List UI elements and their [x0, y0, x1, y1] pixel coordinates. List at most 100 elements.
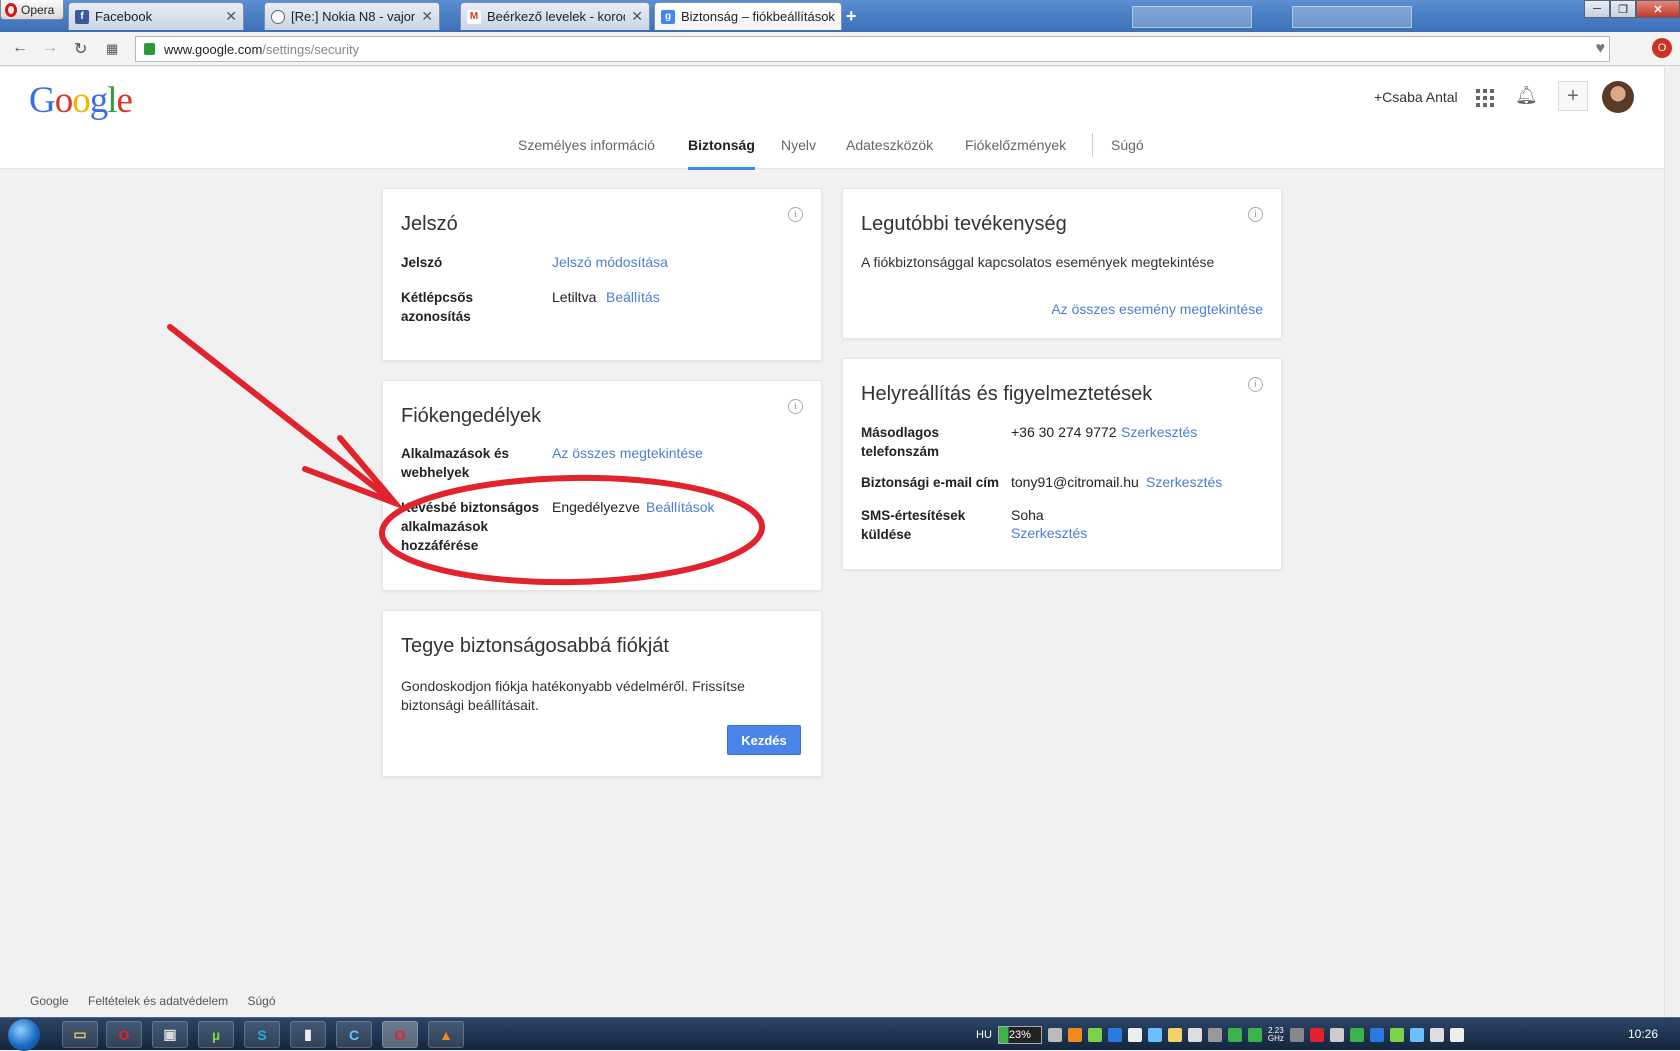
- opera-menu-button[interactable]: Opera: [0, 0, 64, 20]
- link-tray-icon[interactable]: [1329, 1027, 1344, 1042]
- forward-icon[interactable]: →: [42, 39, 58, 57]
- minimize-button[interactable]: ─: [1584, 0, 1610, 18]
- less-secure-apps-settings-link[interactable]: Beállítások: [646, 498, 714, 517]
- window-controls: ─ ❐ ✕: [1584, 0, 1680, 18]
- keyboard-tray-icon[interactable]: [1289, 1027, 1304, 1042]
- apps-grid-icon[interactable]: [1476, 89, 1494, 107]
- password-card: Jelszó i Jelszó Jelszó módosítása Kétlép…: [382, 188, 822, 361]
- tab-security[interactable]: Biztonság: [688, 137, 755, 170]
- restore-button[interactable]: ❐: [1610, 0, 1636, 18]
- google-logo[interactable]: Google: [29, 79, 133, 122]
- tab-personal-info[interactable]: Személyes információ: [518, 137, 655, 153]
- address-bar-row: ← → ↻ ▦ www.google.com /settings/securit…: [0, 32, 1680, 66]
- view-all-apps-link[interactable]: Az összes megtekintése: [552, 444, 703, 463]
- url-field[interactable]: www.google.com /settings/security ♥: [135, 36, 1610, 62]
- flag-icon[interactable]: [1449, 1027, 1464, 1042]
- view-all-events-link[interactable]: Az összes esemény megtekintése: [1051, 300, 1263, 319]
- tab-help[interactable]: Súgó: [1111, 137, 1144, 153]
- user-profile-link[interactable]: +Csaba Antal: [1374, 89, 1458, 105]
- info-icon[interactable]: i: [1248, 377, 1263, 392]
- sms-alerts-value: Soha: [1011, 507, 1044, 523]
- cpu-frequency: 2.23 GHz: [1267, 1025, 1284, 1043]
- footer-google-link[interactable]: Google: [30, 994, 69, 1008]
- start-menu-button[interactable]: [8, 1019, 40, 1051]
- tab-data-tools[interactable]: Adateszközök: [846, 137, 933, 153]
- vlc-tray-icon[interactable]: [1067, 1027, 1082, 1042]
- folder-tray-icon[interactable]: [1167, 1027, 1182, 1042]
- signal-icon[interactable]: [1429, 1027, 1444, 1042]
- network-tray-icon[interactable]: [1107, 1027, 1122, 1042]
- page-content: Google +Csaba Antal 🔔︎ + Személyes infor…: [0, 67, 1664, 1017]
- heart-icon[interactable]: ♥: [1596, 40, 1606, 58]
- apps-sites-label: Alkalmazások és webhelyek: [401, 446, 510, 480]
- close-tab-icon[interactable]: ✕: [421, 8, 433, 25]
- settings-tray-icon[interactable]: [1309, 1027, 1324, 1042]
- tray-app-icon[interactable]: [1047, 1027, 1062, 1042]
- update-tray-icon[interactable]: [1227, 1027, 1242, 1042]
- close-tab-icon[interactable]: ✕: [631, 8, 643, 25]
- security-email-label: Biztonsági e-mail cím: [861, 475, 1000, 490]
- speed-dial-icon[interactable]: ▦: [106, 41, 118, 57]
- footer-terms-link[interactable]: Feltételek és adatvédelem: [88, 994, 228, 1008]
- gmail-icon: M: [467, 9, 481, 24]
- ccleaner-tray-icon[interactable]: [1147, 1027, 1162, 1042]
- volume-tray-icon[interactable]: [1187, 1027, 1202, 1042]
- tab-preview-thumbnail: [1132, 6, 1252, 28]
- cpu-meter-tray-icon[interactable]: [1247, 1027, 1262, 1042]
- opera-active-taskbar-icon[interactable]: O: [382, 1021, 418, 1048]
- back-icon[interactable]: ←: [12, 39, 28, 57]
- share-plus-button[interactable]: +: [1558, 81, 1588, 111]
- close-tab-icon[interactable]: ✕: [225, 8, 237, 25]
- notifications-bell-icon[interactable]: 🔔︎: [1515, 85, 1538, 106]
- edit-phone-link[interactable]: Szerkesztés: [1121, 423, 1197, 442]
- opera-extension-icon[interactable]: O: [1652, 38, 1672, 58]
- info-icon[interactable]: i: [788, 207, 803, 222]
- nav-divider: [1092, 133, 1093, 157]
- edit-sms-link[interactable]: Szerkesztés: [1011, 524, 1087, 543]
- opera-taskbar-icon[interactable]: O: [106, 1021, 142, 1048]
- two-step-status: Letiltva: [552, 289, 597, 305]
- tab-gmail[interactable]: M Beérkező levelek - korod@ ✕: [460, 2, 650, 30]
- utorrent-tray-icon[interactable]: [1087, 1027, 1102, 1042]
- new-tab-button[interactable]: +: [846, 6, 857, 27]
- info-icon[interactable]: i: [1248, 207, 1263, 222]
- monitor-tray-icon[interactable]: [1349, 1027, 1364, 1042]
- bluetooth-icon[interactable]: [1409, 1027, 1424, 1042]
- clock[interactable]: 10:26: [1628, 1027, 1658, 1041]
- tab-language[interactable]: Nyelv: [781, 137, 816, 153]
- tab-forum[interactable]: [Re:] Nokia N8 - vajon elé ✕: [264, 2, 440, 30]
- tab-preview-thumbnail: [1292, 6, 1412, 28]
- annotation-arrow-shaft: [167, 324, 398, 506]
- secure-account-text: Gondoskodjon fiókja hatékonyabb védelmér…: [401, 678, 745, 713]
- close-window-button[interactable]: ✕: [1636, 0, 1680, 18]
- edit-email-link[interactable]: Szerkesztés: [1146, 473, 1222, 492]
- start-button[interactable]: Kezdés: [727, 725, 801, 755]
- device-taskbar-icon[interactable]: ▮: [290, 1021, 326, 1048]
- change-password-link[interactable]: Jelszó módosítása: [552, 253, 668, 272]
- footer-help-link[interactable]: Súgó: [247, 994, 275, 1008]
- browser-tab-bar: Opera f Facebook ✕ [Re:] Nokia N8 - vajo…: [0, 0, 1680, 32]
- two-step-setup-link[interactable]: Beállítás: [606, 288, 660, 307]
- avatar[interactable]: [1602, 81, 1634, 113]
- info-icon[interactable]: i: [788, 399, 803, 414]
- ccleaner-taskbar-icon[interactable]: C: [336, 1021, 372, 1048]
- page-scrollbar[interactable]: [1664, 67, 1680, 1017]
- display-tray-icon[interactable]: [1207, 1027, 1222, 1042]
- save-taskbar-icon[interactable]: ▣: [152, 1021, 188, 1048]
- battery-indicator[interactable]: 23%: [997, 1025, 1042, 1044]
- usb-tray-icon[interactable]: [1127, 1027, 1142, 1042]
- explorer-taskbar-icon[interactable]: ▭: [62, 1021, 98, 1048]
- tab-account-history[interactable]: Fiókelőzmények: [965, 137, 1066, 153]
- vlc-taskbar-icon[interactable]: ▲: [428, 1021, 464, 1048]
- screen-tray-icon[interactable]: [1369, 1027, 1384, 1042]
- card-title: Helyreállítás és figyelmeztetések: [861, 383, 1153, 405]
- tab-security-settings[interactable]: g Biztonság – fiókbeállítások: [654, 2, 842, 30]
- check-tray-icon[interactable]: [1389, 1027, 1404, 1042]
- tab-facebook[interactable]: f Facebook ✕: [68, 2, 244, 30]
- skype-taskbar-icon[interactable]: S: [244, 1021, 280, 1048]
- utorrent-taskbar-icon[interactable]: µ: [198, 1021, 234, 1048]
- reload-icon[interactable]: ↻: [74, 39, 87, 59]
- language-indicator[interactable]: HU: [976, 1029, 992, 1041]
- windows-taskbar: ▭ O ▣ µ S ▮ C O ▲ HU 23% 2.23 GHz 10:26: [0, 1017, 1680, 1051]
- recovery-alerts-card: Helyreállítás és figyelmeztetések i Máso…: [842, 358, 1282, 570]
